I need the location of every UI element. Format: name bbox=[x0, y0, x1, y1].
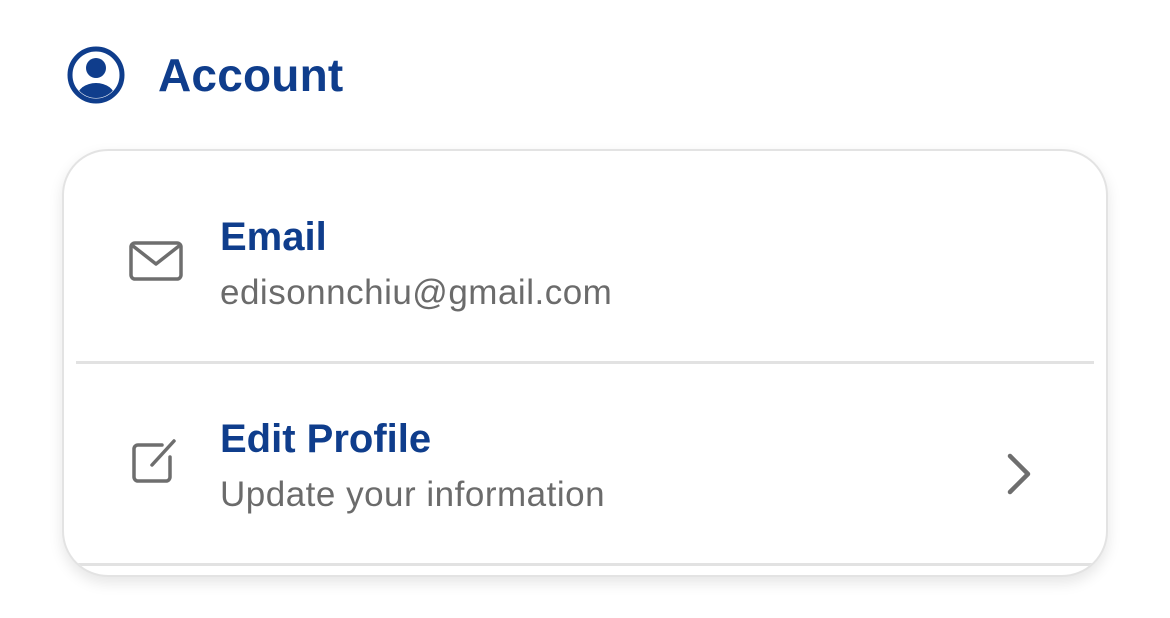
edit-profile-title: Edit Profile bbox=[220, 417, 432, 461]
edit-profile-subtitle: Update your information bbox=[220, 475, 606, 514]
section-title: Account bbox=[158, 49, 344, 101]
divider bbox=[76, 563, 1094, 566]
mail-icon bbox=[129, 241, 183, 281]
email-row: Email edisonnchiu@gmail.com bbox=[64, 161, 1106, 361]
email-title: Email bbox=[220, 215, 327, 259]
chevron-right-icon bbox=[1007, 453, 1031, 495]
account-section-header: Account bbox=[66, 44, 343, 106]
user-circle-icon bbox=[67, 46, 125, 104]
edit-icon bbox=[132, 439, 176, 483]
edit-profile-row[interactable]: Edit Profile Update your information bbox=[64, 363, 1106, 563]
email-value: edisonnchiu@gmail.com bbox=[220, 273, 613, 312]
account-card: Email edisonnchiu@gmail.com Edit Profile… bbox=[62, 149, 1108, 577]
account-settings-page: Account Email edisonnchiu@gmail.com Edit… bbox=[0, 0, 1170, 618]
